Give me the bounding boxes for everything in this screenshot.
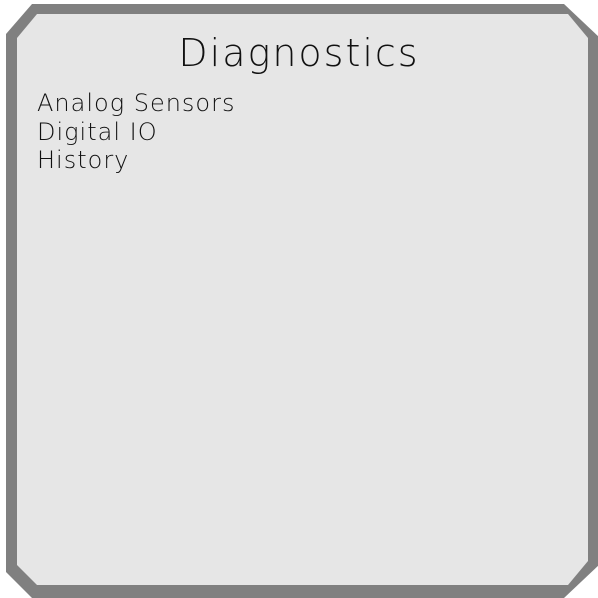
diagnostics-menu: Analog Sensors Digital IO History	[37, 89, 236, 175]
page-title: Diagnostics	[178, 31, 420, 75]
menu-item-analog-sensors[interactable]: Analog Sensors	[37, 89, 236, 118]
menu-item-history[interactable]: History	[37, 146, 236, 175]
menu-item-digital-io[interactable]: Digital IO	[37, 118, 236, 147]
